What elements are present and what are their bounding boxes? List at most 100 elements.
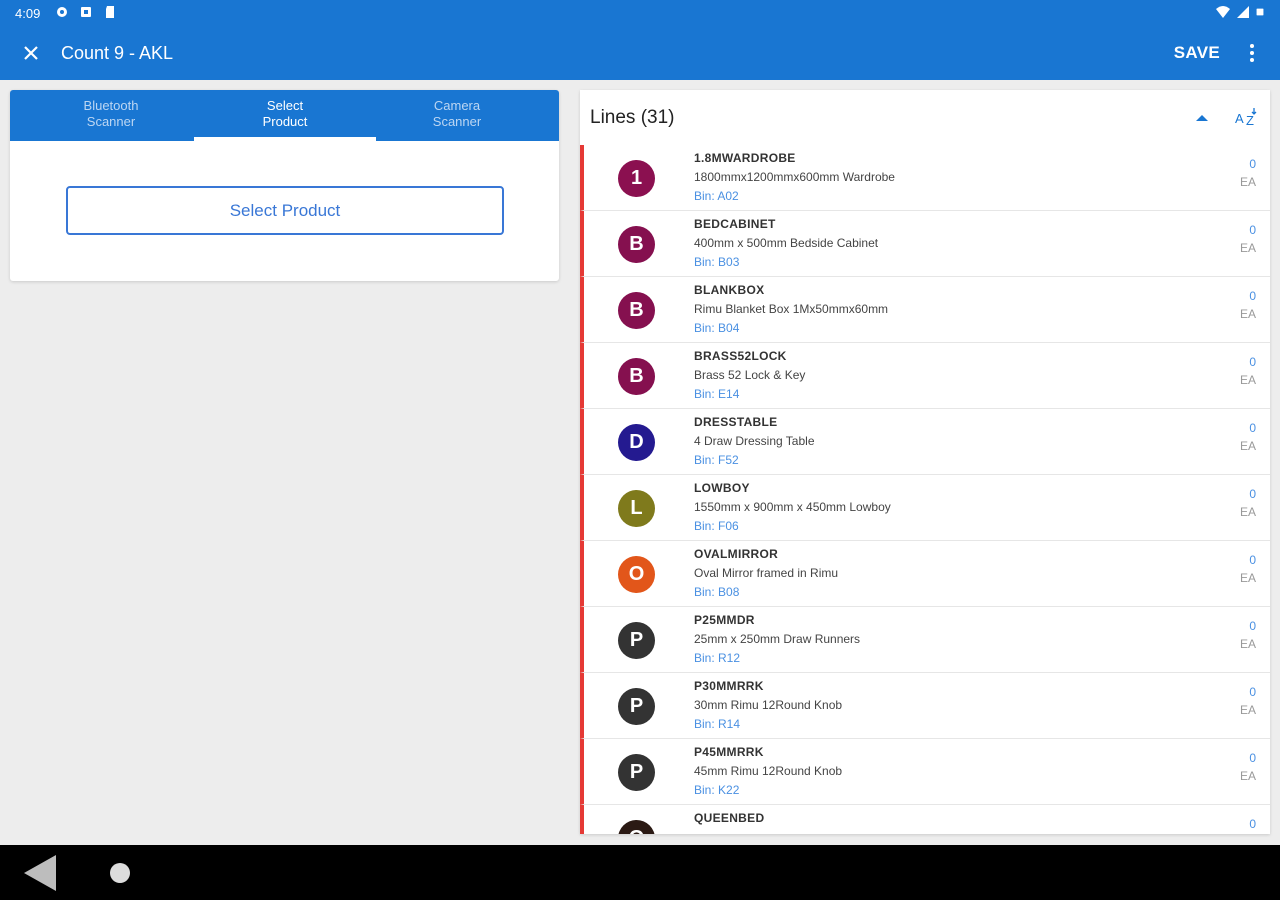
select-product-button[interactable]: Select Product [66, 186, 504, 235]
save-button[interactable]: SAVE [1174, 43, 1220, 63]
item-code: DRESSTABLE [694, 415, 778, 429]
lines-header: Lines (31) A Z [580, 90, 1270, 145]
more-vert-icon [1250, 44, 1254, 62]
item-bin: Bin: R12 [694, 651, 741, 665]
item-qty: 0 [1249, 619, 1256, 633]
list-item[interactable]: B BRASS52LOCK Brass 52 Lock & Key Bin: E… [580, 343, 1270, 409]
scanner-tabs: Bluetooth Scanner Select Product Camera … [10, 90, 559, 141]
item-description: 25mm x 250mm Draw Runners [694, 632, 861, 646]
item-unit: EA [1239, 571, 1256, 585]
list-item[interactable]: Q QUEENBED 0 EA [580, 805, 1270, 834]
battery-icon [1256, 8, 1264, 16]
close-button[interactable] [18, 40, 44, 66]
tab-label-line1: Bluetooth [83, 98, 139, 113]
item-unit: EA [1239, 373, 1256, 387]
lines-title: Lines (31) [590, 107, 675, 128]
wifi-icon [1216, 6, 1230, 18]
item-code: BRASS52LOCK [694, 349, 787, 363]
tab-camera-scanner[interactable]: Camera Scanner [367, 98, 547, 130]
item-bin: Bin: B04 [694, 321, 740, 335]
item-qty: 0 [1249, 751, 1256, 765]
item-code: P45MMRRK [694, 745, 764, 759]
gear-icon [57, 7, 67, 17]
app-bar: Count 9 - AKL SAVE [0, 26, 1280, 80]
tab-label-line1: Select [266, 98, 304, 113]
list-item[interactable]: B BEDCABINET 400mm x 500mm Bedside Cabin… [580, 211, 1270, 277]
item-qty: 0 [1249, 421, 1256, 435]
svg-text:Z: Z [1246, 113, 1254, 128]
collapse-arrow-icon[interactable] [1192, 110, 1212, 126]
item-bin: Bin: A02 [694, 189, 739, 203]
item-description: 1550mm x 900mm x 450mm Lowboy [694, 500, 891, 514]
item-qty: 0 [1249, 355, 1256, 369]
item-unit: EA [1239, 241, 1256, 255]
status-icons-left [55, 5, 117, 19]
page-title: Count 9 - AKL [61, 43, 174, 63]
item-avatar: D [618, 424, 655, 461]
tab-select-product[interactable]: Select Product [194, 98, 376, 130]
sort-az-icon[interactable]: A Z [1234, 105, 1260, 131]
item-avatar: P [618, 688, 655, 725]
sim-icon [81, 7, 91, 17]
item-description: 45mm Rimu 12Round Knob [694, 764, 843, 778]
item-code: P25MMDR [694, 613, 755, 627]
lines-list: 1 1.8MWARDROBE 1800mmx1200mmx600mm Wardr… [580, 145, 1270, 834]
item-code: LOWBOY [694, 481, 750, 495]
item-qty: 0 [1249, 817, 1256, 831]
list-item[interactable]: L LOWBOY 1550mm x 900mm x 450mm Lowboy B… [580, 475, 1270, 541]
item-qty: 0 [1249, 289, 1256, 303]
lines-card: Lines (31) A Z 1 1.8MWARDROBE 1800mmx120… [580, 90, 1270, 834]
active-tab-indicator [194, 137, 376, 141]
item-code: BEDCABINET [694, 217, 776, 231]
item-unit: EA [1239, 637, 1256, 651]
item-avatar: P [618, 622, 655, 659]
item-description: 30mm Rimu 12Round Knob [694, 698, 843, 712]
item-avatar: B [618, 358, 655, 395]
item-description: Oval Mirror framed in Rimu [694, 566, 839, 580]
list-item[interactable]: D DRESSTABLE 4 Draw Dressing Table Bin: … [580, 409, 1270, 475]
status-time: 4:09 [15, 6, 41, 21]
item-code: BLANKBOX [694, 283, 765, 297]
item-qty: 0 [1249, 223, 1256, 237]
item-avatar: O [618, 556, 655, 593]
system-nav-bar [0, 845, 1280, 900]
list-item[interactable]: O OVALMIRROR Oval Mirror framed in Rimu … [580, 541, 1270, 607]
item-code: OVALMIRROR [694, 547, 779, 561]
item-code: 1.8MWARDROBE [694, 151, 796, 165]
item-qty: 0 [1249, 553, 1256, 567]
list-item[interactable]: P P45MMRRK 45mm Rimu 12Round Knob Bin: K… [580, 739, 1270, 805]
item-unit: EA [1239, 439, 1256, 453]
item-unit: EA [1239, 505, 1256, 519]
tab-label-line2: Scanner [86, 114, 136, 129]
item-description: 1800mmx1200mmx600mm Wardrobe [694, 170, 895, 184]
item-description: Brass 52 Lock & Key [694, 368, 806, 382]
home-button[interactable] [110, 863, 130, 883]
list-item[interactable]: B BLANKBOX Rimu Blanket Box 1Mx50mmx60mm… [580, 277, 1270, 343]
list-item[interactable]: P P25MMDR 25mm x 250mm Draw Runners Bin:… [580, 607, 1270, 673]
tab-label-line1: Camera [433, 98, 481, 113]
list-item[interactable]: P P30MMRRK 30mm Rimu 12Round Knob Bin: R… [580, 673, 1270, 739]
item-avatar: Q [618, 820, 655, 834]
scanner-card: Bluetooth Scanner Select Product Camera … [10, 90, 559, 281]
sd-card-icon [106, 6, 114, 18]
tab-bluetooth-scanner[interactable]: Bluetooth Scanner [21, 98, 201, 130]
item-description: 4 Draw Dressing Table [694, 434, 815, 448]
item-code: P30MMRRK [694, 679, 764, 693]
item-bin: Bin: K22 [694, 783, 740, 797]
signal-icon [1237, 6, 1249, 18]
list-item[interactable]: 1 1.8MWARDROBE 1800mmx1200mmx600mm Wardr… [580, 145, 1270, 211]
item-unit: EA [1239, 175, 1256, 189]
item-bin: Bin: F52 [694, 453, 739, 467]
back-icon[interactable] [22, 853, 60, 893]
item-unit: EA [1239, 307, 1256, 321]
item-bin: Bin: E14 [694, 387, 740, 401]
tab-label-line2: Product [262, 114, 308, 129]
more-options-button[interactable] [1242, 39, 1262, 67]
item-avatar: B [618, 292, 655, 329]
item-unit: EA [1239, 703, 1256, 717]
tab-label-line2: Scanner [432, 114, 482, 129]
item-bin: Bin: B03 [694, 255, 740, 269]
item-avatar: 1 [618, 160, 655, 197]
item-avatar: P [618, 754, 655, 791]
item-code: QUEENBED [694, 811, 765, 825]
